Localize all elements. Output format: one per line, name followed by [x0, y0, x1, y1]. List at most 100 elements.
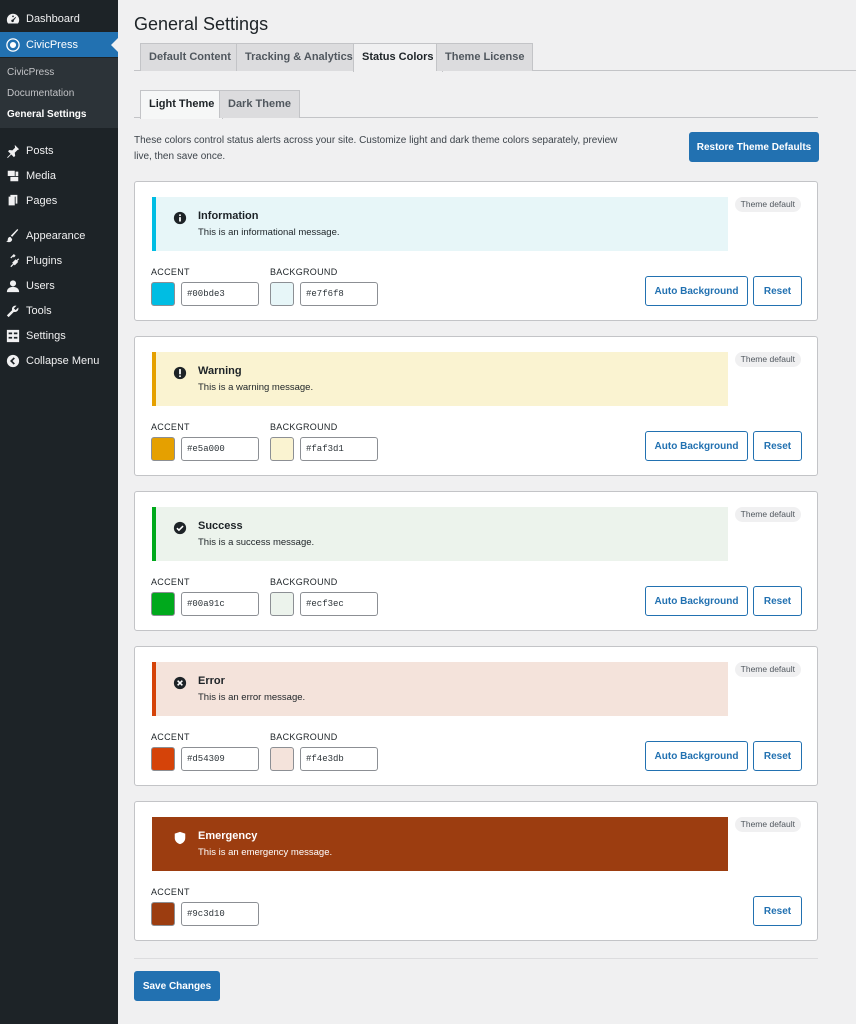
alert-title: Success [198, 520, 243, 532]
menu-item-dashboard[interactable]: Dashboard [0, 6, 118, 31]
alert-preview: Warning This is a warning message. [152, 352, 728, 406]
alert-message: This is a success message. [198, 537, 315, 548]
menu-item-appearance[interactable]: Appearance [0, 223, 118, 248]
tab-tracking-analytics[interactable]: Tracking & Analytics [236, 43, 362, 71]
submenu-item-civicpress[interactable]: CivicPress [7, 67, 54, 78]
accent-swatch[interactable] [151, 437, 175, 461]
background-hex-input[interactable] [300, 747, 378, 771]
menu-item-plugins[interactable]: Plugins [0, 248, 118, 273]
menu-label: Users [26, 279, 55, 292]
menu-item-posts[interactable]: Posts [0, 138, 118, 163]
menu-label: Media [26, 169, 56, 182]
alert-preview: Success This is a success message. [152, 507, 728, 561]
auto-background-button[interactable]: Auto Background [645, 741, 748, 771]
restore-defaults-button[interactable]: Restore Theme Defaults [689, 132, 819, 162]
accent-hex-input[interactable] [181, 747, 259, 771]
accent-swatch[interactable] [151, 902, 175, 926]
menu-item-collapse[interactable]: Collapse Menu [0, 348, 118, 373]
alert-preview: Emergency This is an emergency message. [152, 817, 728, 871]
alert-preview: Information This is an informational mes… [152, 197, 728, 251]
menu-label: Appearance [26, 229, 86, 242]
status-card-success: Success This is a success message. Theme… [134, 491, 818, 631]
tab-theme-license[interactable]: Theme License [436, 43, 534, 71]
theme-default-badge: Theme default [734, 662, 801, 677]
theme-default-badge: Theme default [734, 197, 801, 212]
reset-button[interactable]: Reset [753, 586, 802, 616]
theme-default-badge: Theme default [734, 817, 801, 832]
pages-icon [6, 194, 20, 208]
status-card-error: Error This is an error message. Theme de… [134, 646, 818, 786]
collapse-icon [6, 354, 20, 368]
accent-hex-input[interactable] [181, 282, 259, 306]
status-card-information: Information This is an informational mes… [134, 181, 818, 321]
status-card-emergency: Emergency This is an emergency message. … [134, 801, 818, 941]
accent-swatch[interactable] [151, 747, 175, 771]
settings-tabs: Default Content Tracking & Analytics Sta… [134, 43, 856, 72]
menu-label: CivicPress [26, 38, 78, 51]
background-swatch[interactable] [270, 437, 294, 461]
save-changes-button[interactable]: Save Changes [134, 971, 220, 1001]
menu-label: Collapse Menu [26, 354, 100, 367]
reset-button[interactable]: Reset [753, 741, 802, 771]
media-icon [6, 169, 20, 183]
theme-default-badge: Theme default [734, 352, 801, 367]
accent-label: ACCENT [151, 577, 190, 587]
alert-title: Information [198, 210, 259, 222]
tab-default-content[interactable]: Default Content [140, 43, 240, 71]
alert-title: Error [198, 675, 225, 687]
background-hex-input[interactable] [300, 437, 378, 461]
user-icon [6, 279, 20, 293]
alert-title: Warning [198, 365, 242, 377]
status-card-warning: Warning This is a warning message. Theme… [134, 336, 818, 476]
alert-message: This is an informational message. [198, 227, 340, 238]
background-swatch[interactable] [270, 282, 294, 306]
accent-label: ACCENT [151, 887, 190, 897]
menu-item-civicpress[interactable]: CivicPress [0, 32, 118, 57]
alert-preview: Error This is an error message. [152, 662, 728, 716]
accent-swatch[interactable] [151, 282, 175, 306]
shield-icon [173, 831, 187, 845]
reset-button[interactable]: Reset [753, 896, 802, 926]
accent-label: ACCENT [151, 422, 190, 432]
admin-sidebar: Dashboard CivicPress CivicPress Document… [0, 0, 118, 1024]
menu-item-pages[interactable]: Pages [0, 188, 118, 213]
subtab-dark-theme[interactable]: Dark Theme [219, 90, 300, 118]
alert-message: This is an emergency message. [198, 847, 333, 858]
reset-button[interactable]: Reset [753, 276, 802, 306]
alert-title: Emergency [198, 830, 258, 842]
menu-item-users[interactable]: Users [0, 273, 118, 298]
accent-swatch[interactable] [151, 592, 175, 616]
subtab-light-theme[interactable]: Light Theme [140, 90, 224, 119]
background-swatch[interactable] [270, 747, 294, 771]
theme-subtabs: Light Theme Dark Theme [134, 90, 818, 119]
alert-message: This is an error message. [198, 692, 306, 703]
tab-status-colors[interactable]: Status Colors [353, 43, 443, 72]
settings-icon [6, 329, 20, 343]
submenu-item-documentation[interactable]: Documentation [7, 88, 74, 99]
accent-hex-input[interactable] [181, 592, 259, 616]
pin-icon [6, 144, 20, 158]
main-content: General Settings Default Content Trackin… [118, 0, 856, 1024]
background-label: BACKGROUND [270, 422, 338, 432]
menu-item-tools[interactable]: Tools [0, 298, 118, 323]
menu-item-media[interactable]: Media [0, 163, 118, 188]
dashboard-icon [6, 12, 20, 26]
background-hex-input[interactable] [300, 282, 378, 306]
auto-background-button[interactable]: Auto Background [645, 586, 748, 616]
plug-icon [6, 253, 20, 268]
page-title: General Settings [134, 14, 269, 34]
background-hex-input[interactable] [300, 592, 378, 616]
background-swatch[interactable] [270, 592, 294, 616]
accent-hex-input[interactable] [181, 902, 259, 926]
brush-icon [6, 228, 20, 243]
accent-hex-input[interactable] [181, 437, 259, 461]
auto-background-button[interactable]: Auto Background [645, 276, 748, 306]
theme-default-badge: Theme default [734, 507, 801, 522]
background-label: BACKGROUND [270, 267, 338, 277]
reset-button[interactable]: Reset [753, 431, 802, 461]
menu-item-settings[interactable]: Settings [0, 323, 118, 348]
submenu-item-general-settings[interactable]: General Settings [7, 109, 86, 120]
menu-label: Plugins [26, 254, 63, 267]
auto-background-button[interactable]: Auto Background [645, 431, 748, 461]
divider [134, 958, 818, 959]
